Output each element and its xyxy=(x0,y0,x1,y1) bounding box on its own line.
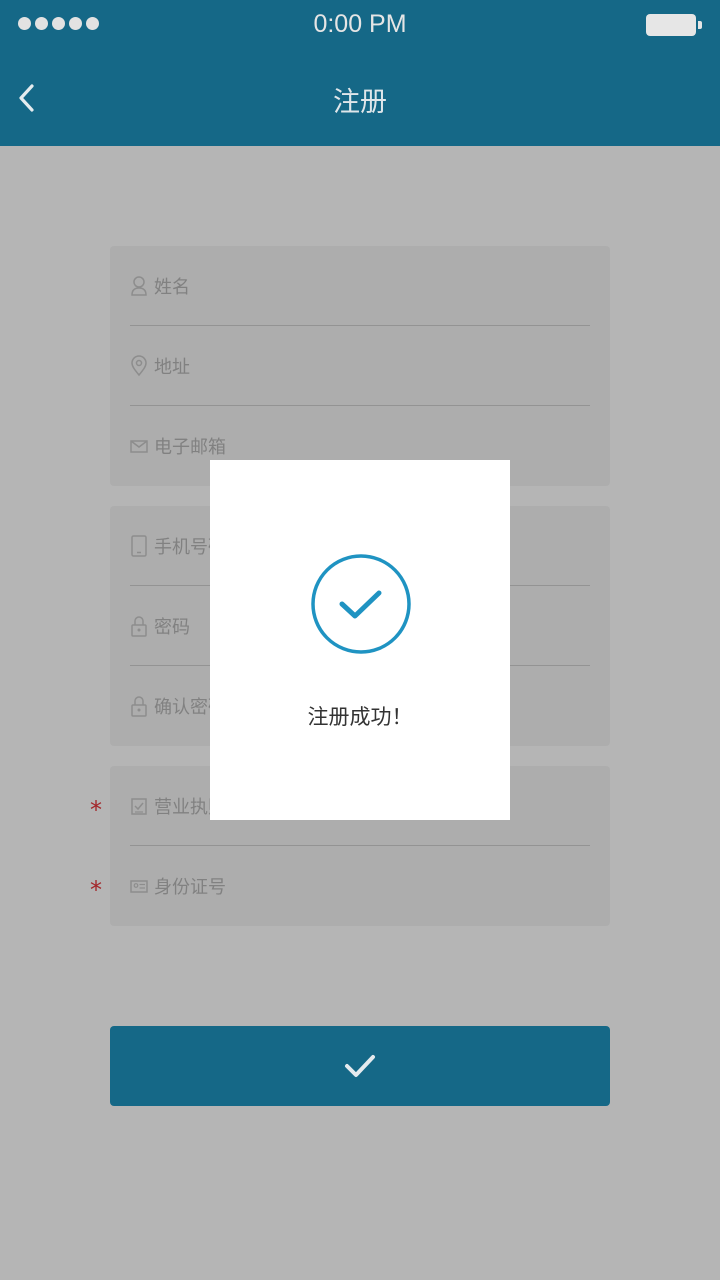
user-icon xyxy=(131,276,147,296)
success-dialog: 注册成功！ xyxy=(210,460,510,820)
name-placeholder: 姓名 xyxy=(154,277,190,298)
phone-icon xyxy=(131,535,147,557)
id-number-placeholder: 身份证号 xyxy=(154,877,226,898)
lock-icon xyxy=(131,696,147,717)
battery-icon xyxy=(646,14,702,36)
success-message: 注册成功！ xyxy=(307,705,413,729)
password-placeholder: 密码 xyxy=(154,617,190,638)
email-placeholder: 电子邮箱 xyxy=(154,437,226,458)
submit-button[interactable] xyxy=(110,1026,610,1106)
address-placeholder: 地址 xyxy=(154,357,190,378)
required-mark: * xyxy=(90,796,102,824)
status-bar: 0:00 PM xyxy=(0,0,720,50)
address-field[interactable]: 地址 xyxy=(130,326,590,406)
id-card-icon xyxy=(130,880,148,893)
checklist-icon xyxy=(131,798,147,815)
location-pin-icon xyxy=(131,355,147,377)
lock-icon xyxy=(131,616,147,637)
id-number-field[interactable]: 身份证号 xyxy=(130,846,590,926)
check-circle-icon xyxy=(311,554,411,654)
nav-bar: 注册 xyxy=(0,50,720,146)
envelope-icon xyxy=(130,440,148,453)
checkmark-icon xyxy=(345,1055,375,1077)
status-time: 0:00 PM xyxy=(313,10,407,38)
name-field[interactable]: 姓名 xyxy=(130,246,590,326)
personal-info-card: 姓名 地址 电子邮箱 xyxy=(110,246,610,486)
required-mark: * xyxy=(90,876,102,904)
page-title: 注册 xyxy=(333,87,387,118)
